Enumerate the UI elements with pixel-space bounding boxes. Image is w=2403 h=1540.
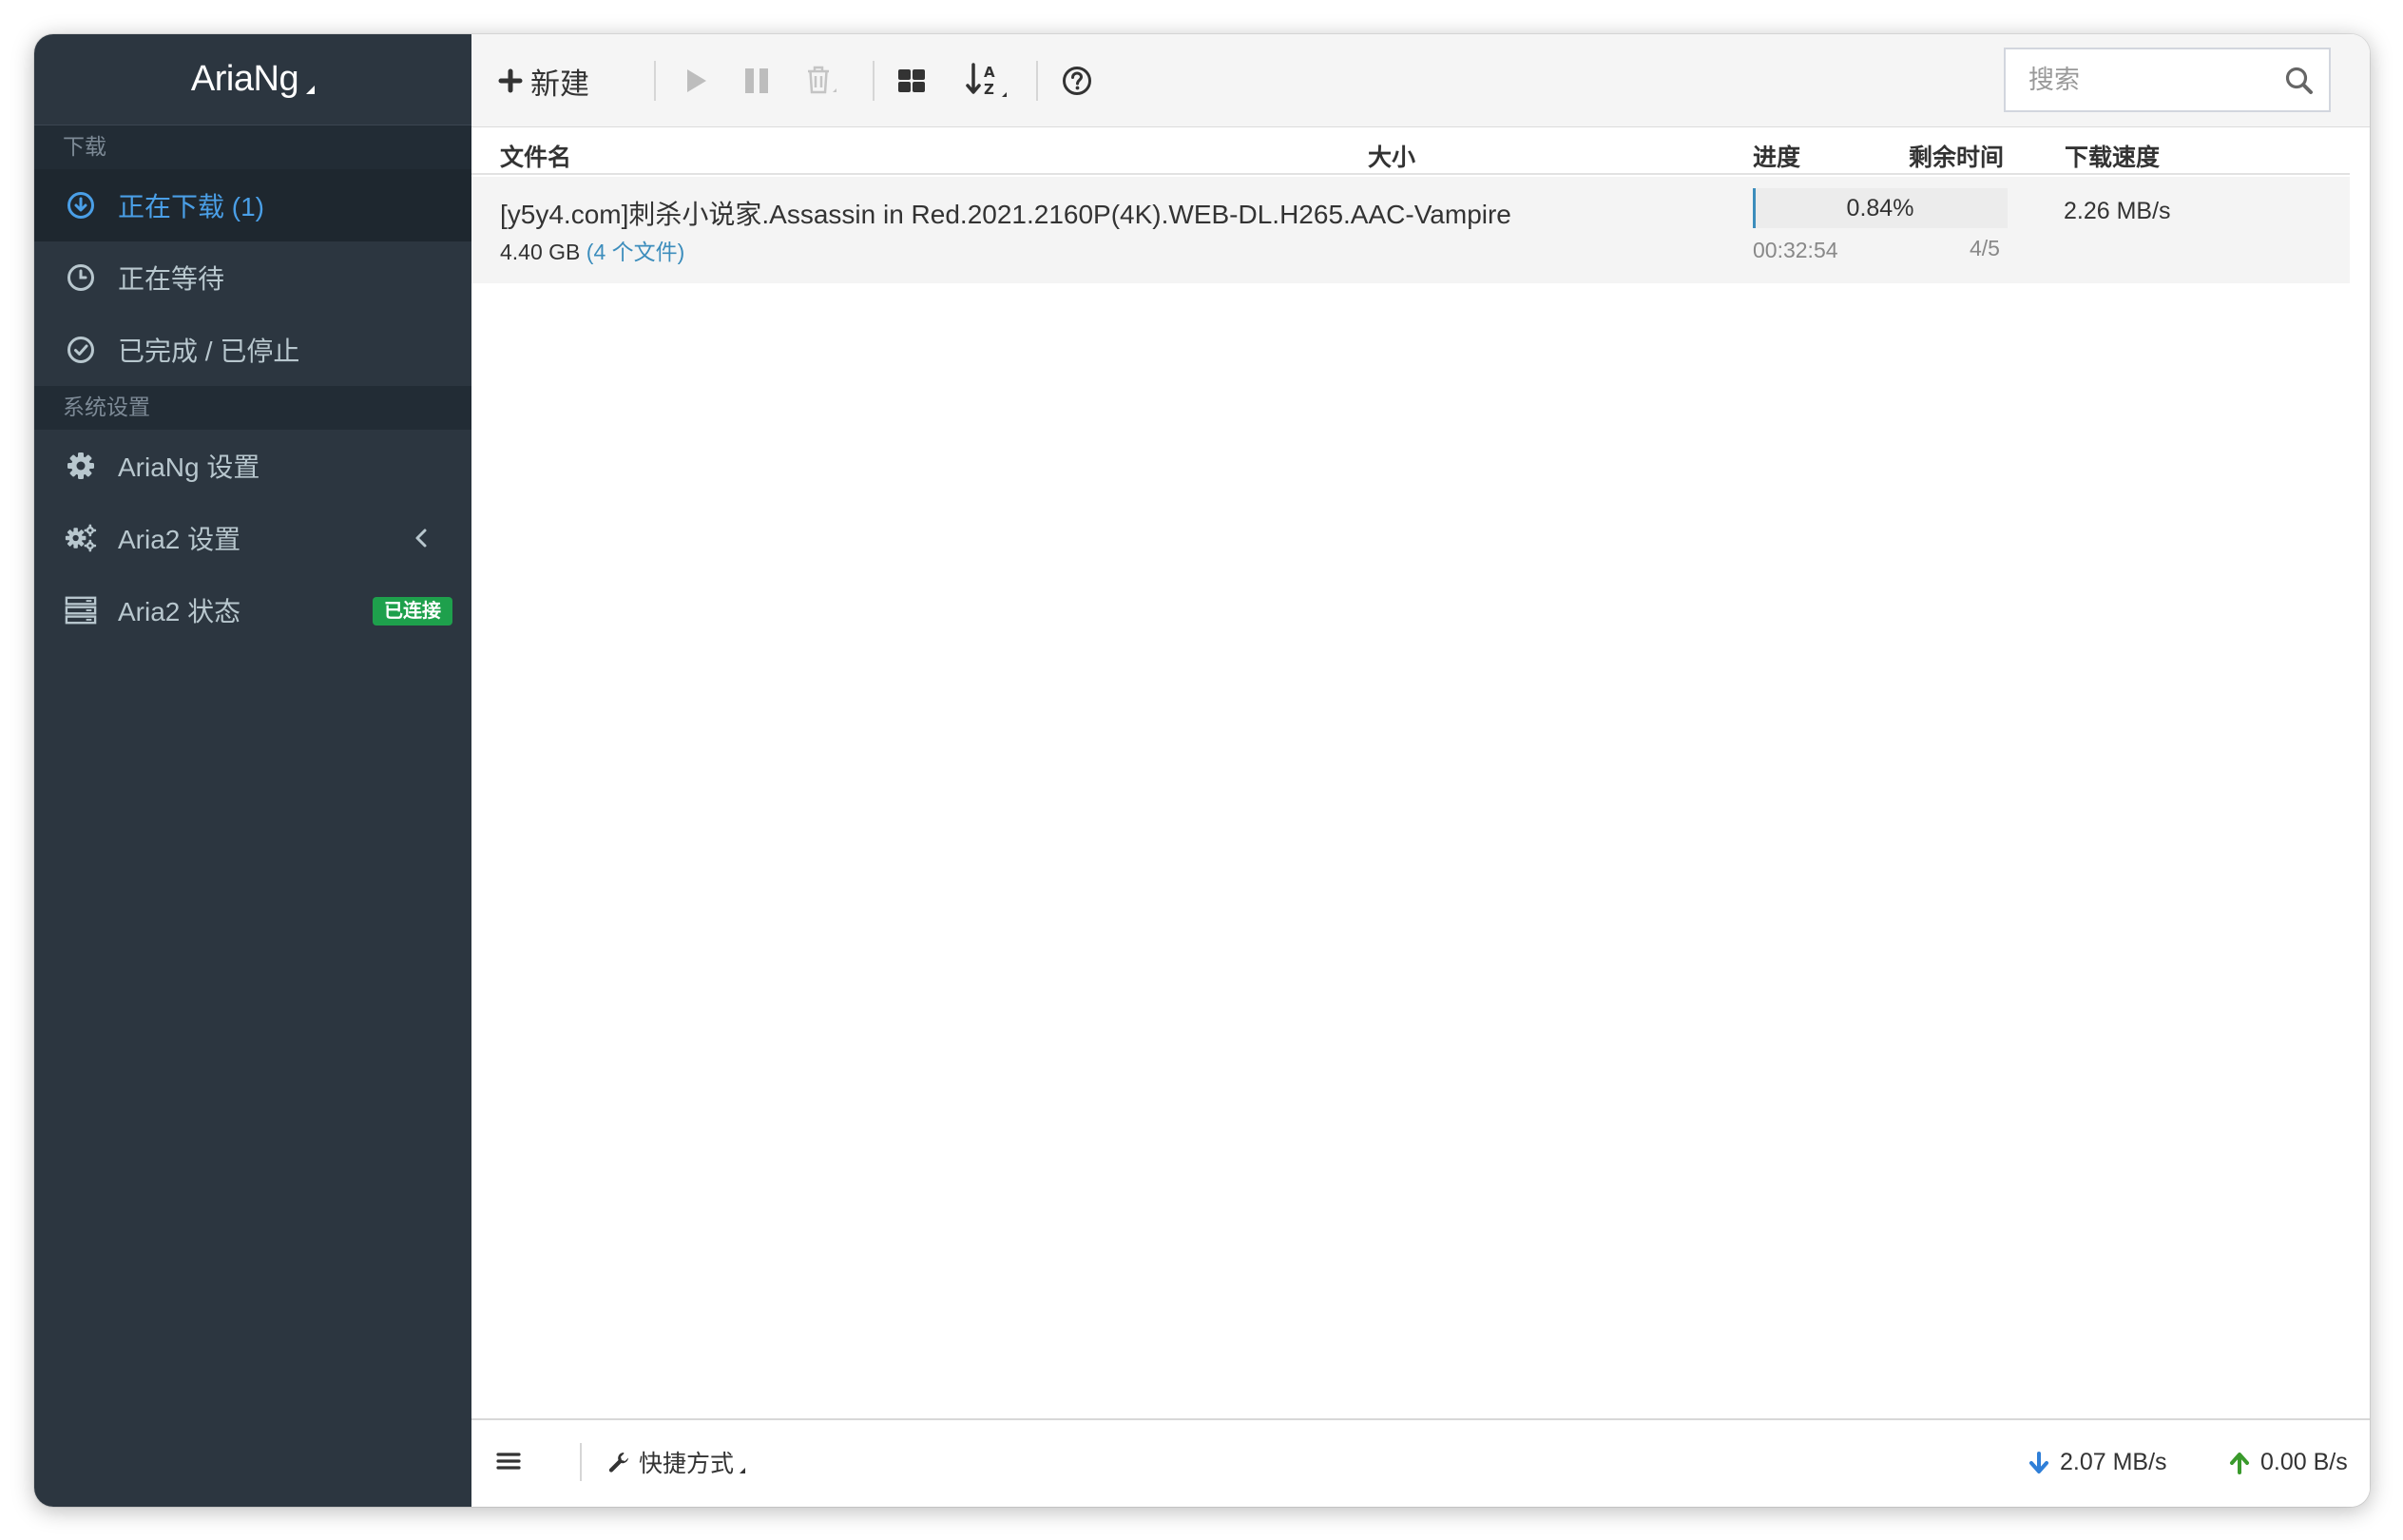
task-files-link[interactable]: (4 个文件) bbox=[586, 240, 685, 264]
server-icon bbox=[65, 594, 97, 626]
pause-button[interactable] bbox=[741, 59, 772, 103]
view-toggle-button[interactable] bbox=[895, 59, 928, 103]
sidebar-item-label: 正在下载 (1) bbox=[118, 192, 265, 221]
sidebar-item-aria2-status[interactable]: Aria2 状态 已连接 bbox=[34, 574, 471, 646]
global-upload-speed: 0.00 B/s bbox=[2228, 1449, 2348, 1476]
check-circle-icon bbox=[65, 334, 97, 366]
plus-icon bbox=[498, 68, 523, 93]
gears-icon bbox=[65, 522, 97, 554]
upload-speed-value: 0.00 B/s bbox=[2260, 1449, 2348, 1475]
sidebar-item-waiting[interactable]: 正在等待 bbox=[34, 241, 471, 314]
section-header-settings: 系统设置 bbox=[34, 386, 471, 430]
column-header-speed[interactable]: 下载速度 bbox=[2065, 139, 2160, 173]
gear-icon bbox=[65, 450, 97, 482]
task-row[interactable]: [y5y4.com]刺杀小说家.Assassin in Red.2021.216… bbox=[471, 177, 2350, 283]
sidebar-item-label: AriaNg 设置 bbox=[118, 452, 260, 482]
sidebar-item-stopped[interactable]: 已完成 / 已停止 bbox=[34, 314, 471, 386]
help-circle-icon bbox=[1063, 67, 1091, 95]
column-header-name[interactable]: 文件名 bbox=[500, 139, 571, 173]
new-task-button[interactable]: 新建 bbox=[498, 59, 589, 103]
progress-bar: 0.84% bbox=[1753, 188, 2008, 228]
svg-text:A: A bbox=[984, 64, 995, 81]
column-header-progress[interactable]: 进度 bbox=[1753, 139, 1800, 173]
column-header-size[interactable]: 大小 bbox=[1368, 139, 1415, 173]
sidebar-item-aria2-settings[interactable]: Aria2 设置 bbox=[34, 502, 471, 574]
arrow-up-icon bbox=[2230, 1452, 2249, 1474]
toolbar-divider bbox=[654, 61, 656, 101]
download-circle-icon bbox=[65, 189, 97, 221]
arrow-down-icon bbox=[2029, 1451, 2048, 1473]
search-icon[interactable] bbox=[2283, 65, 2316, 97]
pause-icon bbox=[745, 68, 768, 93]
new-task-label: 新建 bbox=[530, 67, 589, 101]
sort-button[interactable]: A Z bbox=[966, 59, 1009, 103]
logo-bar[interactable]: AriaNg bbox=[34, 34, 471, 125]
clock-icon bbox=[65, 261, 97, 294]
sidebar-item-label: 已完成 / 已停止 bbox=[118, 337, 300, 366]
task-connections: 4/5 bbox=[1970, 236, 2000, 260]
download-speed-value: 2.07 MB/s bbox=[2060, 1449, 2167, 1475]
task-remaining-time: 00:32:54 bbox=[1753, 238, 1838, 262]
task-download-speed: 2.26 MB/s bbox=[2064, 198, 2171, 224]
app-logo[interactable]: AriaNg bbox=[191, 59, 299, 100]
shortcut-menu-button[interactable]: 快捷方式 bbox=[606, 1445, 746, 1479]
sidebar-item-ariang-settings[interactable]: AriaNg 设置 bbox=[34, 430, 471, 502]
sidebar-item-label: Aria2 状态 bbox=[118, 597, 241, 626]
task-size: 4.40 GB bbox=[500, 240, 581, 264]
sidebar-item-label: Aria2 设置 bbox=[118, 525, 241, 554]
sidebar-item-downloading[interactable]: 正在下载 (1) bbox=[34, 169, 471, 241]
delete-button[interactable] bbox=[802, 59, 840, 103]
progress-percent: 0.84% bbox=[1846, 195, 1914, 221]
footer: 快捷方式 2.07 MB/s 0.00 B/s bbox=[471, 1418, 2370, 1507]
sidebar-item-label: 正在等待 bbox=[118, 264, 225, 294]
column-header-remaining[interactable]: 剩余时间 bbox=[1909, 139, 2004, 173]
search-box bbox=[2004, 48, 2331, 112]
sort-alpha-icon: A Z bbox=[966, 63, 1007, 98]
task-table-header: 文件名 大小 进度 剩余时间 下载速度 bbox=[471, 127, 2350, 175]
menu-icon[interactable] bbox=[494, 1447, 523, 1475]
grid-icon bbox=[898, 69, 925, 92]
status-badge: 已连接 bbox=[373, 597, 452, 626]
task-size-line: 4.40 GB (4 个文件) bbox=[500, 234, 684, 266]
toolbar-divider bbox=[1036, 61, 1038, 101]
help-button[interactable] bbox=[1061, 59, 1093, 103]
search-input[interactable] bbox=[2006, 49, 2272, 110]
toolbar-divider bbox=[873, 61, 875, 101]
start-button[interactable] bbox=[681, 59, 711, 103]
section-header-download: 下载 bbox=[34, 125, 471, 169]
trash-icon bbox=[808, 66, 836, 94]
shortcut-label: 快捷方式 bbox=[639, 1451, 735, 1477]
task-name[interactable]: [y5y4.com]刺杀小说家.Assassin in Red.2021.216… bbox=[500, 194, 1511, 232]
dropdown-caret-icon bbox=[740, 1468, 746, 1473]
chevron-left-icon[interactable] bbox=[409, 525, 435, 551]
sidebar: AriaNg 下载 正在下载 (1) 正在等待 已完成 / 已停止 系统设置 A… bbox=[34, 34, 471, 1507]
svg-text:Z: Z bbox=[984, 81, 994, 98]
wrench-icon bbox=[608, 1453, 628, 1473]
app-window: AriaNg 下载 正在下载 (1) 正在等待 已完成 / 已停止 系统设置 A… bbox=[34, 34, 2370, 1507]
global-download-speed: 2.07 MB/s bbox=[2028, 1449, 2167, 1476]
logo-dropdown-caret-icon[interactable] bbox=[306, 86, 316, 94]
play-icon bbox=[687, 69, 706, 92]
footer-divider bbox=[580, 1443, 582, 1481]
toolbar: 新建 A Z 搜索 bbox=[471, 34, 2370, 127]
main-content: 新建 A Z 搜索 文件名 大小 进度 剩余时间 下载速度 [y5y4.com]… bbox=[471, 34, 2370, 1507]
